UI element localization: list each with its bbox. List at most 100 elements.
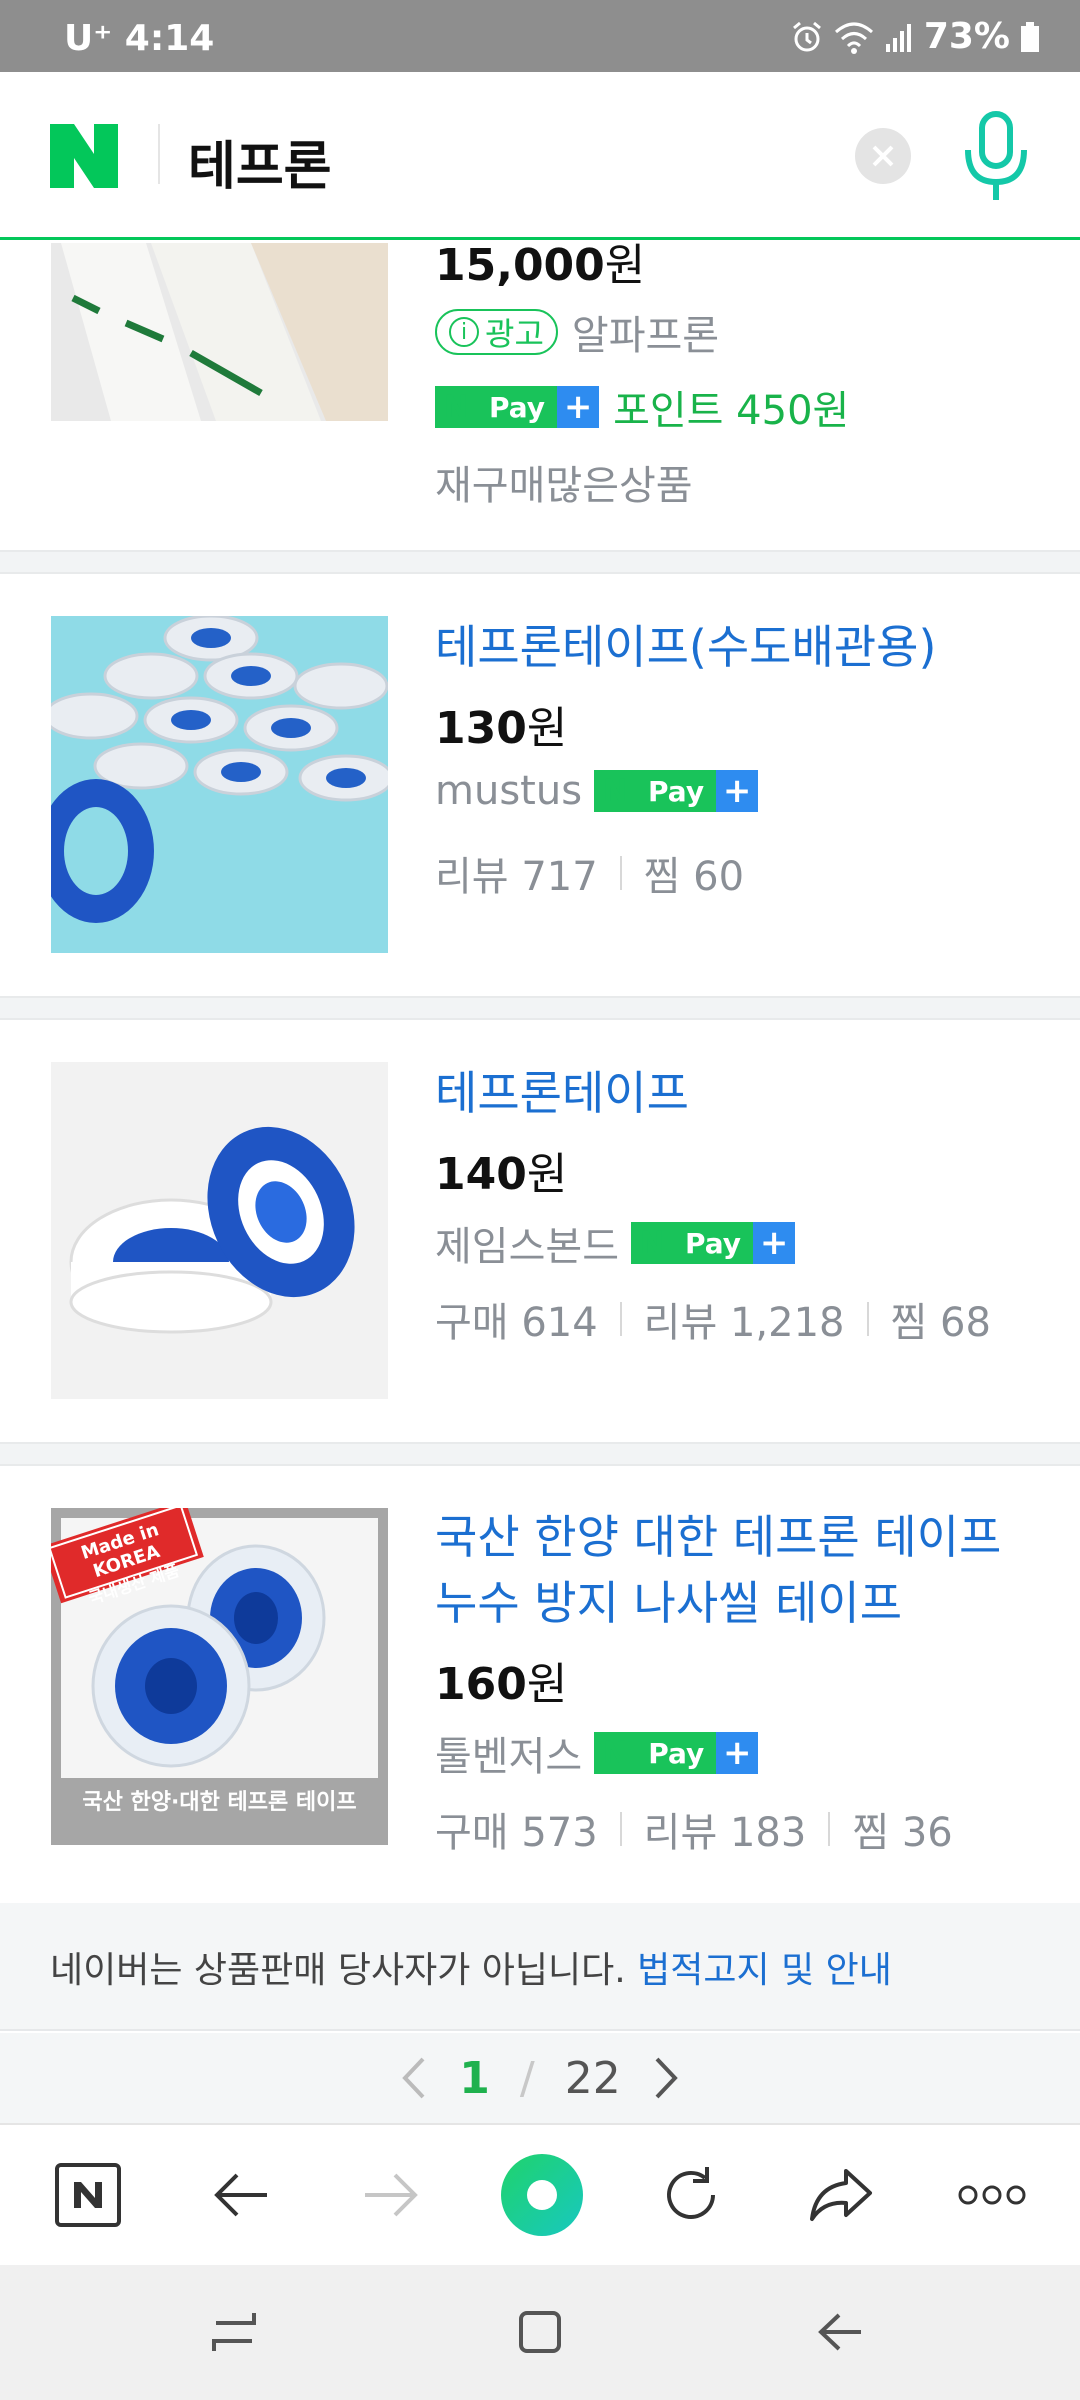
section-separator [0, 1442, 1080, 1466]
npay-plus-badge: N Pay + [594, 1732, 759, 1774]
product-title-line: 국산 한양 대한 테프론 테이프 [435, 1510, 1002, 1564]
status-bar: U⁺ 4:14 73% [0, 0, 1080, 72]
back-system-icon [818, 2313, 861, 2351]
seller-name[interactable]: 툴벤저스 [435, 1724, 582, 1782]
review-count[interactable]: 리뷰 717 [435, 844, 598, 902]
refresh-icon [667, 2167, 715, 2219]
ad-badge[interactable]: i 광고 [435, 309, 558, 355]
naver-home-icon [55, 2163, 121, 2227]
chevron-left-icon[interactable] [399, 2055, 429, 2101]
product-price: 130원 [435, 703, 568, 754]
recent-apps-button[interactable] [195, 2297, 275, 2367]
image-caption: 국산 한양·대한 테프론 테이프 [82, 1790, 357, 1815]
product-item[interactable]: 테프론테이프(수도배관용) 130원 mustus N Pay + 리뷰 717 찜… [0, 574, 1080, 996]
wish-count[interactable]: 찜 36 [852, 1800, 952, 1858]
search-header: 테프론 [0, 72, 1080, 240]
search-query-input[interactable]: 테프론 [188, 124, 332, 199]
product-item[interactable]: Made in KOREA 국내생산 제품 국산 한양·대한 테프론 테이프 국… [0, 1466, 1080, 1903]
section-separator [0, 996, 1080, 1020]
stat-divider [828, 1812, 831, 1846]
share-button[interactable] [793, 2147, 889, 2243]
total-pages: 22 [564, 2052, 621, 2104]
more-button[interactable] [944, 2147, 1040, 2243]
stat-divider [619, 1302, 622, 1336]
share-icon [810, 2169, 872, 2221]
current-page: 1 [459, 2052, 490, 2104]
microphone-icon[interactable] [958, 110, 1034, 202]
product-title[interactable]: 테프론테이프 [435, 1060, 1035, 1126]
product-image[interactable] [51, 616, 388, 953]
product-image[interactable]: Made in KOREA 국내생산 제품 국산 한양·대한 테프론 테이프 [51, 1508, 388, 1845]
stat-divider [619, 856, 622, 890]
seller-name[interactable]: mustus [435, 768, 582, 814]
info-icon: i [449, 317, 479, 347]
wish-count[interactable]: 찜 60 [644, 844, 744, 902]
product-title[interactable]: 테프론테이프(수도배관용) [435, 614, 1035, 680]
product-seller-row: i 광고 알파프론 [435, 303, 719, 361]
alarm-icon [792, 21, 821, 51]
home-system-button[interactable] [500, 2297, 580, 2367]
product-item-alphapron[interactable]: 15,000원 i 광고 알파프론 N Pay + 포인트 450원 재구매많은상품 [0, 240, 1080, 550]
wish-count[interactable]: 찜 68 [891, 1290, 991, 1348]
browser-toolbar [0, 2123, 1080, 2265]
recent-apps-icon [212, 2313, 256, 2351]
system-nav-bar [0, 2265, 1080, 2400]
forward-button[interactable] [343, 2147, 439, 2243]
product-price: 15,000원 [435, 240, 646, 291]
tape-roll-image [51, 1062, 388, 1399]
stat-divider [866, 1302, 869, 1336]
review-count[interactable]: 리뷰 183 [644, 1800, 807, 1858]
pagination: 1 / 22 [0, 2033, 1080, 2123]
wifi-icon [834, 22, 873, 54]
review-count[interactable]: 리뷰 1,218 [644, 1290, 845, 1348]
battery-percent: 73% [923, 16, 1010, 57]
product-stats-row: 구매 573 리뷰 183 찜 36 [435, 1800, 953, 1858]
purchase-count[interactable]: 구매 614 [435, 1290, 598, 1348]
clear-search-button[interactable] [855, 128, 911, 184]
product-image[interactable] [51, 243, 388, 421]
carrier-time: U⁺ 4:14 [64, 18, 215, 59]
product-item[interactable]: 테프론테이프 140원 제임스본드 N Pay + 구매 614 리뷰 1,218 … [0, 1020, 1080, 1442]
back-button[interactable] [193, 2147, 289, 2243]
product-title[interactable]: 국산 한양 대한 테프론 테이프 누수 방지 나사씰 테이프 [435, 1504, 1035, 1636]
refresh-button[interactable] [643, 2147, 739, 2243]
legal-notice: 네이버는 상품판매 당사자가 아닙니다. 법적고지 및 안내 [0, 1903, 1080, 2031]
status-icons: 73% [790, 16, 1040, 57]
seller-name[interactable]: 제임스본드 [435, 1214, 619, 1272]
product-title-line: 누수 방지 나사씰 테이프 [435, 1576, 903, 1630]
npay-plus-badge: N Pay + [594, 770, 759, 812]
close-icon [872, 145, 894, 167]
points-text: 포인트 450원 [613, 388, 850, 434]
seller-name[interactable]: 알파프론 [572, 303, 719, 361]
product-stats-row: 구매 614 리뷰 1,218 찜 68 [435, 1290, 991, 1348]
legal-notice-link[interactable]: 법적고지 및 안내 [637, 1950, 892, 1991]
battery-icon [1021, 21, 1039, 52]
product-seller-row: mustus N Pay + [435, 768, 759, 814]
npay-plus-badge: N Pay + [631, 1222, 796, 1264]
product-tag: 재구매많은상품 [435, 463, 693, 509]
tape-pyramid-image [51, 616, 388, 953]
section-separator [0, 550, 1080, 574]
product-price: 160원 [435, 1659, 568, 1710]
home-button[interactable] [40, 2147, 136, 2243]
product-image[interactable] [51, 1062, 388, 1399]
product-price: 140원 [435, 1149, 568, 1200]
legal-notice-text: 네이버는 상품판매 당사자가 아닙니다. [50, 1950, 638, 1991]
page-separator: / [519, 2052, 535, 2104]
chevron-right-icon[interactable] [651, 2055, 681, 2101]
product-seller-row: 툴벤저스 N Pay + [435, 1724, 759, 1782]
arrow-left-icon [214, 2173, 267, 2217]
purchase-count[interactable]: 구매 573 [435, 1800, 598, 1858]
npay-points-row: N Pay + 포인트 450원 [435, 378, 849, 436]
stat-divider [619, 1812, 622, 1846]
green-dot-icon [501, 2154, 583, 2236]
green-dot-button[interactable] [494, 2147, 590, 2243]
naver-logo-icon[interactable] [50, 124, 118, 188]
home-square-icon [519, 2311, 561, 2353]
tape-strip-image [51, 243, 388, 421]
signal-icon [885, 23, 911, 52]
header-divider [158, 124, 160, 184]
back-system-button[interactable] [800, 2297, 880, 2367]
arrow-right-icon [365, 2173, 418, 2217]
product-seller-row: 제임스본드 N Pay + [435, 1214, 796, 1272]
